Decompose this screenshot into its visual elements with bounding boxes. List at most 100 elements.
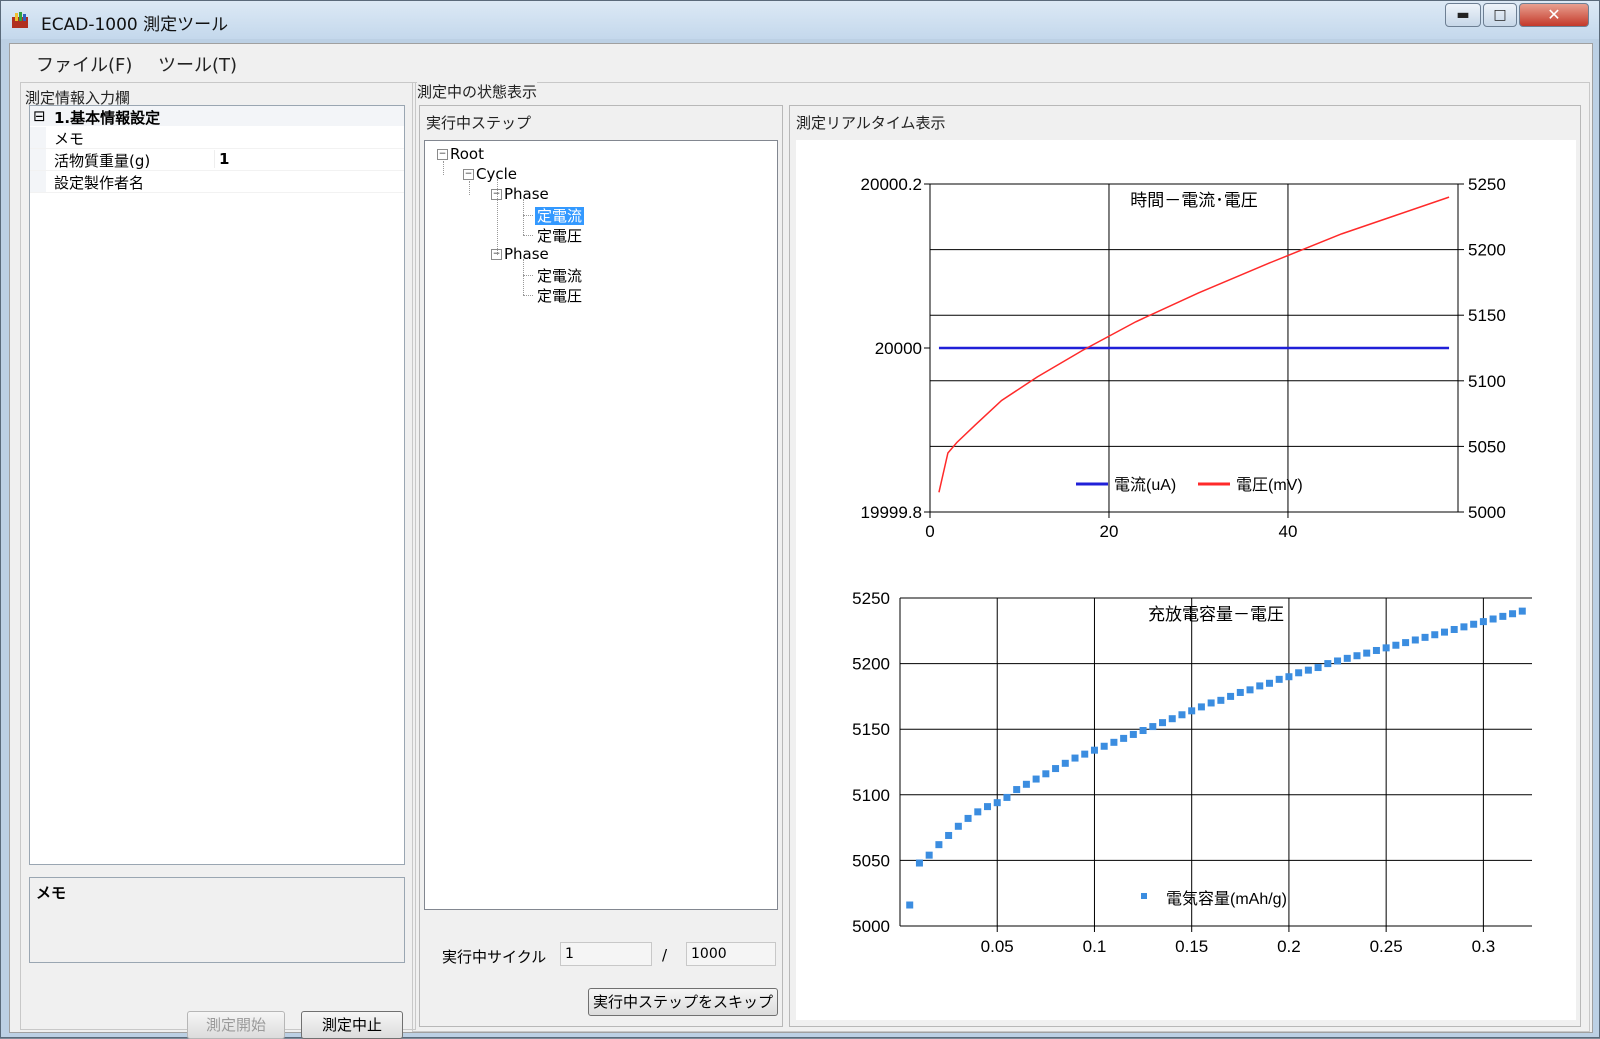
y-tick-label: 5050	[852, 851, 890, 870]
tree-node-step[interactable]: 定電流	[537, 265, 582, 286]
tree-connector	[523, 259, 524, 295]
x-tick-label: 20	[1100, 522, 1119, 541]
data-point	[1411, 636, 1419, 644]
y-right-tick-label: 5200	[1468, 241, 1506, 260]
data-point	[954, 822, 962, 830]
data-point	[1343, 654, 1351, 662]
row-gutter	[30, 127, 46, 148]
title-bar[interactable]: ECAD-1000 測定ツール ▬ □ ✕	[1, 1, 1599, 39]
x-tick-label: 0.1	[1083, 937, 1107, 956]
main-window: ECAD-1000 測定ツール ▬ □ ✕ ファイル(F) ツール(T) 測定情…	[0, 0, 1600, 1039]
data-point	[993, 799, 1001, 807]
property-name: 活物質重量(g)	[54, 152, 151, 170]
row-gutter	[30, 171, 46, 192]
tree-node-phase[interactable]: − Phase	[491, 245, 549, 263]
data-point	[1139, 727, 1147, 735]
maximize-button[interactable]: □	[1483, 3, 1517, 27]
cycle-total-field[interactable]: 1000	[686, 942, 776, 966]
tree-label: 定電流	[535, 207, 585, 225]
property-row-author[interactable]: 設定製作者名	[30, 171, 404, 193]
data-point	[1392, 641, 1400, 649]
data-point	[1227, 692, 1235, 700]
menu-file[interactable]: ファイル(F)	[36, 51, 132, 77]
data-point	[1168, 715, 1176, 723]
tree-node-step[interactable]: 定電圧	[537, 285, 582, 306]
data-point	[1295, 669, 1303, 677]
data-point	[925, 851, 933, 859]
x-tick-label: 40	[1279, 522, 1298, 541]
property-row-memo[interactable]: メモ	[30, 127, 404, 149]
legend-label: 電気容量(mAh/g)	[1166, 890, 1287, 908]
legend-swatch	[1141, 893, 1147, 899]
start-measurement-button[interactable]: 測定開始	[187, 1011, 285, 1039]
charts-svg: 5250 5200 5150 5100 5050 5000 0 20 40 20000.2 2000…	[852, 175, 1532, 956]
data-point	[1022, 780, 1030, 788]
data-point	[1372, 646, 1380, 654]
x-tick-label: 0.25	[1370, 937, 1403, 956]
realtime-panel: 測定リアルタイム表示 5250 5200 5150 5100 5050 5000 0 20 40…	[789, 105, 1581, 1027]
property-name: メモ	[54, 130, 85, 148]
data-point	[1149, 723, 1157, 731]
data-point	[1489, 615, 1497, 623]
y-right-tick-label: 5150	[1468, 306, 1506, 325]
data-point	[1110, 738, 1118, 746]
collapse-icon[interactable]: −	[437, 149, 448, 160]
tree-connector	[523, 275, 533, 276]
tree-label: Root	[450, 145, 484, 163]
data-point	[1314, 664, 1322, 672]
running-step-title: 実行中ステップ	[426, 112, 532, 133]
data-point	[1032, 775, 1040, 783]
collapse-icon[interactable]: −	[491, 249, 502, 260]
chart-title: 充放電容量－電圧	[1148, 605, 1284, 624]
cycle-current-field[interactable]: 1	[560, 942, 652, 966]
stop-measurement-button[interactable]: 測定中止	[301, 1011, 403, 1039]
data-point	[1061, 759, 1069, 767]
status-display-group: 測定中の状態表示 実行中ステップ − Root − Cycle − Phase …	[412, 81, 1590, 1032]
menu-tool[interactable]: ツール(T)	[158, 51, 237, 77]
tree-connector	[443, 161, 444, 175]
property-category[interactable]: ⊟ 1.基本情報設定	[30, 106, 404, 127]
tree-connector	[523, 295, 533, 296]
skip-step-button[interactable]: 実行中ステップをスキップ	[588, 988, 778, 1016]
tree-label: Cycle	[476, 165, 517, 183]
data-point	[1042, 770, 1050, 778]
tree-node-step[interactable]: 定電流	[535, 205, 585, 226]
tree-node-phase[interactable]: − Phase	[491, 185, 549, 203]
collapse-icon[interactable]: ⊟	[33, 107, 46, 125]
data-point	[1178, 711, 1186, 719]
data-point	[1402, 639, 1410, 647]
app-icon	[12, 12, 28, 28]
collapse-icon[interactable]: −	[491, 189, 502, 200]
data-point	[1197, 703, 1205, 711]
data-point	[1256, 682, 1264, 690]
y-right-tick-label: 5250	[1468, 175, 1506, 194]
category-label: 1.基本情報設定	[54, 109, 161, 127]
property-row-weight[interactable]: 活物質重量(g) 1	[30, 149, 404, 171]
tree-node-cycle[interactable]: − Cycle	[463, 165, 517, 183]
tree-connector	[523, 199, 524, 235]
tree-node-step[interactable]: 定電圧	[537, 225, 582, 246]
data-point	[1090, 746, 1098, 754]
data-point	[1440, 628, 1448, 636]
property-value[interactable]: 1	[214, 150, 229, 168]
cycle-separator: /	[662, 946, 668, 964]
tree-label: 定電圧	[537, 227, 583, 245]
collapse-icon[interactable]: −	[463, 169, 474, 180]
tree-node-root[interactable]: − Root	[437, 145, 484, 163]
data-point	[1382, 644, 1390, 652]
chart-area: 5250 5200 5150 5100 5050 5000 0 20 40 20000.2 2000…	[796, 140, 1576, 1020]
close-button[interactable]: ✕	[1519, 3, 1589, 27]
tree-label: 定電流	[537, 267, 583, 285]
data-point	[1334, 657, 1342, 665]
step-tree[interactable]: − Root − Cycle − Phase 定電流 定電圧 − Phase 定…	[424, 140, 778, 910]
tree-label: Phase	[504, 185, 549, 203]
y-right-tick-label: 5100	[1468, 372, 1506, 391]
data-point	[1470, 620, 1478, 628]
property-grid[interactable]: ⊟ 1.基本情報設定 メモ 活物質重量(g) 1 設定製作者名	[29, 105, 405, 865]
x-tick-label: 0.2	[1277, 937, 1301, 956]
data-point	[1460, 623, 1468, 631]
y-tick-label: 5000	[852, 917, 890, 936]
minimize-button[interactable]: ▬	[1445, 3, 1481, 27]
data-point	[906, 901, 914, 909]
data-point	[1081, 750, 1089, 758]
